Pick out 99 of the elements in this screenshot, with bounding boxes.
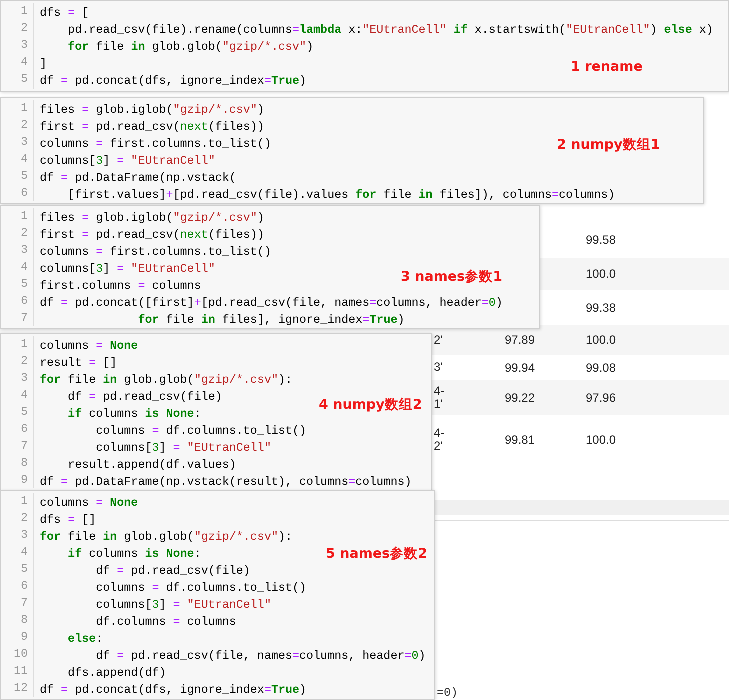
line-number: 6	[20, 293, 28, 310]
code-line: columns = first.columns.to_list()	[40, 245, 272, 259]
line-number: 6	[20, 185, 28, 202]
code-line: columns[3] = "EUtranCell"	[40, 262, 216, 276]
table-cell-text: 2'	[434, 334, 444, 346]
line-number: 2	[20, 510, 28, 527]
line-number: 8	[20, 455, 28, 472]
code-line: df = pd.concat([first]+[pd.read_csv(file, names=columns, header=0)	[40, 296, 503, 310]
table-cell-text: 97.96	[586, 390, 618, 404]
table-cell-text: 4- 2'	[434, 427, 446, 453]
line-number: 5	[20, 71, 28, 88]
code-line: columns = df.columns.to_list()	[95, 424, 307, 438]
code-line: first = pd.read_csv(next(files))	[40, 228, 264, 242]
line-number: 1	[20, 100, 28, 117]
annotation-label: 1 rename	[571, 59, 643, 75]
code-line: [first.values]+[pd.read_csv(file).values for file in files]), columns=columns)	[67, 188, 616, 202]
line-number: 3	[20, 134, 28, 151]
line-number: 7	[20, 310, 28, 327]
code-line: columns = None	[40, 339, 138, 353]
code-line: files = glob.iglob("gzip/*.csv")	[40, 103, 264, 117]
code-line: dfs.append(df)	[67, 666, 166, 680]
code-line: df = pd.read_csv(file, names=columns, header=0)	[95, 649, 426, 663]
line-number: 3	[20, 370, 28, 387]
code-line: for file in files], ignore_index=True)	[137, 313, 405, 327]
line-number: 7	[20, 595, 28, 612]
line-number: 1	[20, 493, 28, 510]
code-line: columns = first.columns.to_list()	[40, 137, 272, 151]
code-line: df = pd.DataFrame(np.vstack(result), columns=columns)	[40, 475, 412, 489]
table-cell-text: 100.0	[586, 267, 618, 281]
line-number: 5	[20, 276, 28, 293]
line-number: 11	[14, 663, 28, 680]
code-line: columns[3] = "EUtranCell"	[95, 598, 272, 612]
annotation-label: 2 numpy数组1	[557, 136, 660, 154]
table-cell-text: 99.94	[505, 360, 536, 374]
code-line: df = pd.read_csv(file)	[95, 564, 250, 578]
code-line: ]	[40, 57, 48, 71]
code-line: first = pd.read_csv(next(files))	[40, 120, 264, 134]
line-number: 2	[20, 20, 28, 37]
line-number: 5	[20, 404, 28, 421]
table-cell-text: 3'	[434, 361, 444, 374]
code-line: files = glob.iglob("gzip/*.csv")	[40, 211, 264, 225]
line-number: 9	[20, 629, 28, 646]
table-cell-text: 99.58	[586, 233, 618, 247]
line-number: 1	[20, 336, 28, 353]
code-line: dfs = []	[40, 513, 96, 527]
line-number: 7	[20, 438, 28, 455]
table-cell-text: 97.89	[505, 333, 536, 347]
table-cell-text: 99.38	[586, 300, 618, 314]
line-number: 4	[20, 387, 28, 404]
code-line: result = []	[40, 356, 118, 370]
code-fragment: =0)	[437, 686, 458, 700]
code-line: dfs = [	[40, 6, 90, 20]
code-line: df = pd.concat(dfs, ignore_index=True)	[40, 683, 307, 697]
line-number: 1	[20, 3, 28, 20]
line-number: 4	[20, 54, 28, 71]
line-number: 6	[20, 421, 28, 438]
line-number: 2	[20, 225, 28, 242]
code-line: for file in glob.glob("gzip/*.csv"):	[40, 373, 293, 387]
code-line: result.append(df.values)	[67, 458, 236, 472]
line-number: 4	[20, 259, 28, 276]
code-line: pd.read_csv(file).rename(columns=lambda x:"EUtranCell" if x.startswith("EUtranCell") else x)	[67, 23, 714, 37]
code-line: columns = None	[40, 496, 138, 510]
code-line: first.columns = columns	[40, 279, 202, 293]
annotation-label: 4 numpy数组2	[319, 396, 422, 414]
code-line: for file in glob.glob("gzip/*.csv")	[67, 40, 314, 54]
table-cell-text: 99.08	[586, 360, 618, 374]
code-line: else:	[67, 632, 104, 646]
line-number: 1	[20, 208, 28, 225]
line-number: 2	[20, 353, 28, 370]
line-number: 9	[20, 472, 28, 489]
code-line: for file in glob.glob("gzip/*.csv"):	[40, 530, 293, 544]
code-line: df = pd.DataFrame(np.vstack(	[40, 171, 236, 185]
table-cell-text: 4- 1'	[434, 384, 446, 410]
line-number: 8	[20, 612, 28, 629]
code-line: df = pd.concat(dfs, ignore_index=True)	[40, 74, 307, 88]
line-number: 3	[20, 37, 28, 54]
code-line: columns[3] = "EUtranCell"	[95, 441, 272, 455]
line-number: 12	[14, 680, 28, 697]
line-number: 5	[20, 168, 28, 185]
line-number: 3	[20, 527, 28, 544]
table-cell-text: 99.22	[505, 390, 536, 404]
line-number: 2	[20, 117, 28, 134]
line-number: 3	[20, 242, 28, 259]
line-number: 4	[20, 544, 28, 561]
code-line: columns[3] = "EUtranCell"	[40, 154, 216, 168]
table-cell-text: 99.81	[505, 433, 536, 447]
table-cell-text: 100.0	[586, 433, 618, 447]
code-line: if columns is None:	[67, 547, 202, 561]
line-number: 6	[20, 578, 28, 595]
code-line: df.columns = columns	[95, 615, 236, 629]
line-number: 10	[14, 646, 28, 663]
code-line: df = pd.read_csv(file)	[67, 390, 222, 404]
code-line: columns = df.columns.to_list()	[95, 581, 307, 595]
code-line: if columns is None:	[67, 407, 202, 421]
line-number: 4	[20, 151, 28, 168]
annotation-label: 5 names参数2	[326, 545, 428, 563]
table-cell-text: 100.0	[586, 333, 618, 347]
line-number: 5	[20, 561, 28, 578]
annotation-label: 3 names参数1	[401, 268, 502, 286]
